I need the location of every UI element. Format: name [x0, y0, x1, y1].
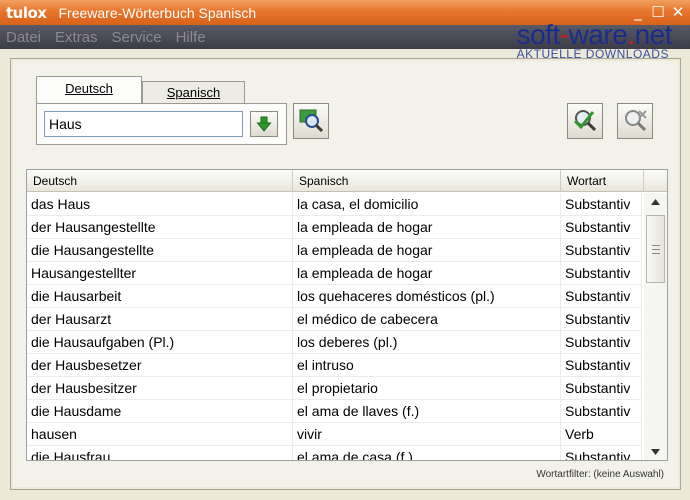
watermark: soft-ware.net AKTUELLE DOWNLOADS	[516, 19, 673, 62]
window-title: Freeware-Wörterbuch Spanisch	[58, 4, 257, 21]
cell-wortart: Substantiv	[561, 193, 642, 216]
magnifier-green-icon	[299, 109, 324, 133]
table-body: das Haus la casa, el domicilio Substantiv d…	[27, 193, 642, 460]
arrow-down-icon	[256, 116, 272, 132]
search-input[interactable]: Haus	[44, 111, 243, 137]
panel-inner: Deutsch Spanisch Haus Deutsch Spanisch W…	[13, 61, 678, 487]
cell-deutsch: die Hausaufgaben (Pl.)	[27, 331, 293, 354]
cell-wortart: Substantiv	[561, 331, 642, 354]
cell-wortart: Substantiv	[561, 377, 642, 400]
close-button[interactable]: ✕	[670, 3, 686, 21]
cell-wortart: Substantiv	[561, 308, 642, 331]
table-row[interactable]: das Haus la casa, el domicilio Substantiv	[27, 193, 642, 216]
cell-spanisch: el ama de llaves (f.)	[293, 400, 561, 423]
cell-deutsch: die Hausfrau	[27, 446, 293, 460]
tab-deutsch-label: Deutsch	[65, 81, 113, 96]
menu-hilfe[interactable]: Hilfe	[176, 29, 206, 46]
watermark-brand-dash: -	[559, 19, 569, 50]
scroll-down-button[interactable]	[644, 443, 667, 460]
menu-service[interactable]: Service	[112, 29, 162, 46]
watermark-brand-3: net	[634, 19, 673, 50]
magnifier-cross-icon	[625, 110, 647, 132]
cell-spanisch: el médico de cabecera	[293, 308, 561, 331]
search-box: Haus	[36, 103, 287, 145]
cell-spanisch: los quehaceres domésticos (pl.)	[293, 285, 561, 308]
column-header-spanisch[interactable]: Spanisch	[293, 170, 561, 192]
cell-deutsch: die Hausdame	[27, 400, 293, 423]
table-row[interactable]: der Hausangestellte la empleada de hogar S…	[27, 216, 642, 239]
scroll-up-button[interactable]	[644, 193, 667, 211]
cell-spanisch: la empleada de hogar	[293, 216, 561, 239]
watermark-brand-2: ware	[568, 19, 628, 50]
watermark-brand-1: soft	[516, 19, 561, 50]
table-row[interactable]: die Hausfrau el ama de casa (f.) Substanti…	[27, 446, 642, 460]
cell-deutsch: Hausangestellter	[27, 262, 293, 285]
menu-datei[interactable]: Datei	[6, 29, 41, 46]
table-row[interactable]: die Hausangestellte la empleada de hogar S…	[27, 239, 642, 262]
table-row[interactable]: die Hausarbeit los quehaceres domésticos …	[27, 285, 642, 308]
cell-deutsch: der Hausangestellte	[27, 216, 293, 239]
table-row[interactable]: der Hausbesitzer el propietario Substantiv	[27, 377, 642, 400]
cell-wortart: Substantiv	[561, 262, 642, 285]
vertical-scrollbar[interactable]	[644, 193, 667, 460]
scroll-thumb[interactable]	[646, 215, 665, 283]
table-header: Deutsch Spanisch Wortart	[27, 170, 667, 192]
menu-extras[interactable]: Extras	[55, 29, 98, 46]
watermark-brand: soft-ware.net	[516, 19, 673, 50]
cell-deutsch: der Hausbesetzer	[27, 354, 293, 377]
cell-wortart: Substantiv	[561, 400, 642, 423]
column-header-deutsch[interactable]: Deutsch	[27, 170, 293, 192]
magnifier-check-icon	[573, 110, 597, 132]
cell-wortart: Substantiv	[561, 354, 642, 377]
cell-deutsch: hausen	[27, 423, 293, 446]
cell-deutsch: das Haus	[27, 193, 293, 216]
cell-spanisch: la empleada de hogar	[293, 239, 561, 262]
tab-spanisch[interactable]: Spanisch	[142, 81, 245, 104]
cell-deutsch: die Hausangestellte	[27, 239, 293, 262]
column-header-wortart[interactable]: Wortart	[561, 170, 644, 192]
cell-deutsch: der Hausbesitzer	[27, 377, 293, 400]
table-row[interactable]: Hausangestellter la empleada de hogar Subs…	[27, 262, 642, 285]
cell-wortart: Verb	[561, 423, 642, 446]
cell-spanisch: la casa, el domicilio	[293, 193, 561, 216]
cell-spanisch: la empleada de hogar	[293, 262, 561, 285]
tab-spanisch-label: Spanisch	[166, 85, 221, 100]
cell-spanisch: el propietario	[293, 377, 561, 400]
grip-icon	[651, 244, 660, 254]
check-search-button[interactable]	[567, 103, 603, 139]
table-row[interactable]: hausen vivir Verb	[27, 423, 642, 446]
scroll-up-icon	[651, 199, 660, 205]
lookup-button[interactable]	[293, 103, 329, 139]
cell-wortart: Substantiv	[561, 216, 642, 239]
table-row[interactable]: der Hausbesetzer el intruso Substantiv	[27, 354, 642, 377]
main-panel: Deutsch Spanisch Haus Deutsch Spanisch W…	[10, 58, 681, 490]
clear-search-button[interactable]	[617, 103, 653, 139]
cell-spanisch: el intruso	[293, 354, 561, 377]
cell-wortart: Substantiv	[561, 285, 642, 308]
watermark-brand-dot: .	[627, 19, 635, 50]
status-filter-text: Wortartfilter: (keine Auswahl)	[536, 469, 664, 480]
cell-deutsch: der Hausarzt	[27, 308, 293, 331]
cell-spanisch: los deberes (pl.)	[293, 331, 561, 354]
app-logo: tulox	[6, 3, 47, 22]
scroll-down-icon	[651, 449, 660, 455]
table-row[interactable]: der Hausarzt el médico de cabecera Substan…	[27, 308, 642, 331]
results-table: Deutsch Spanisch Wortart das Haus la casa…	[26, 169, 668, 461]
search-down-button[interactable]	[250, 111, 278, 137]
cell-spanisch: el ama de casa (f.)	[293, 446, 561, 460]
cell-deutsch: die Hausarbeit	[27, 285, 293, 308]
cell-wortart: Substantiv	[561, 239, 642, 262]
tab-deutsch[interactable]: Deutsch	[36, 76, 142, 104]
table-row[interactable]: die Hausaufgaben (Pl.) los deberes (pl.) S…	[27, 331, 642, 354]
cell-wortart: Substantiv	[561, 446, 642, 460]
cell-spanisch: vivir	[293, 423, 561, 446]
table-row[interactable]: die Hausdame el ama de llaves (f.) Substan…	[27, 400, 642, 423]
